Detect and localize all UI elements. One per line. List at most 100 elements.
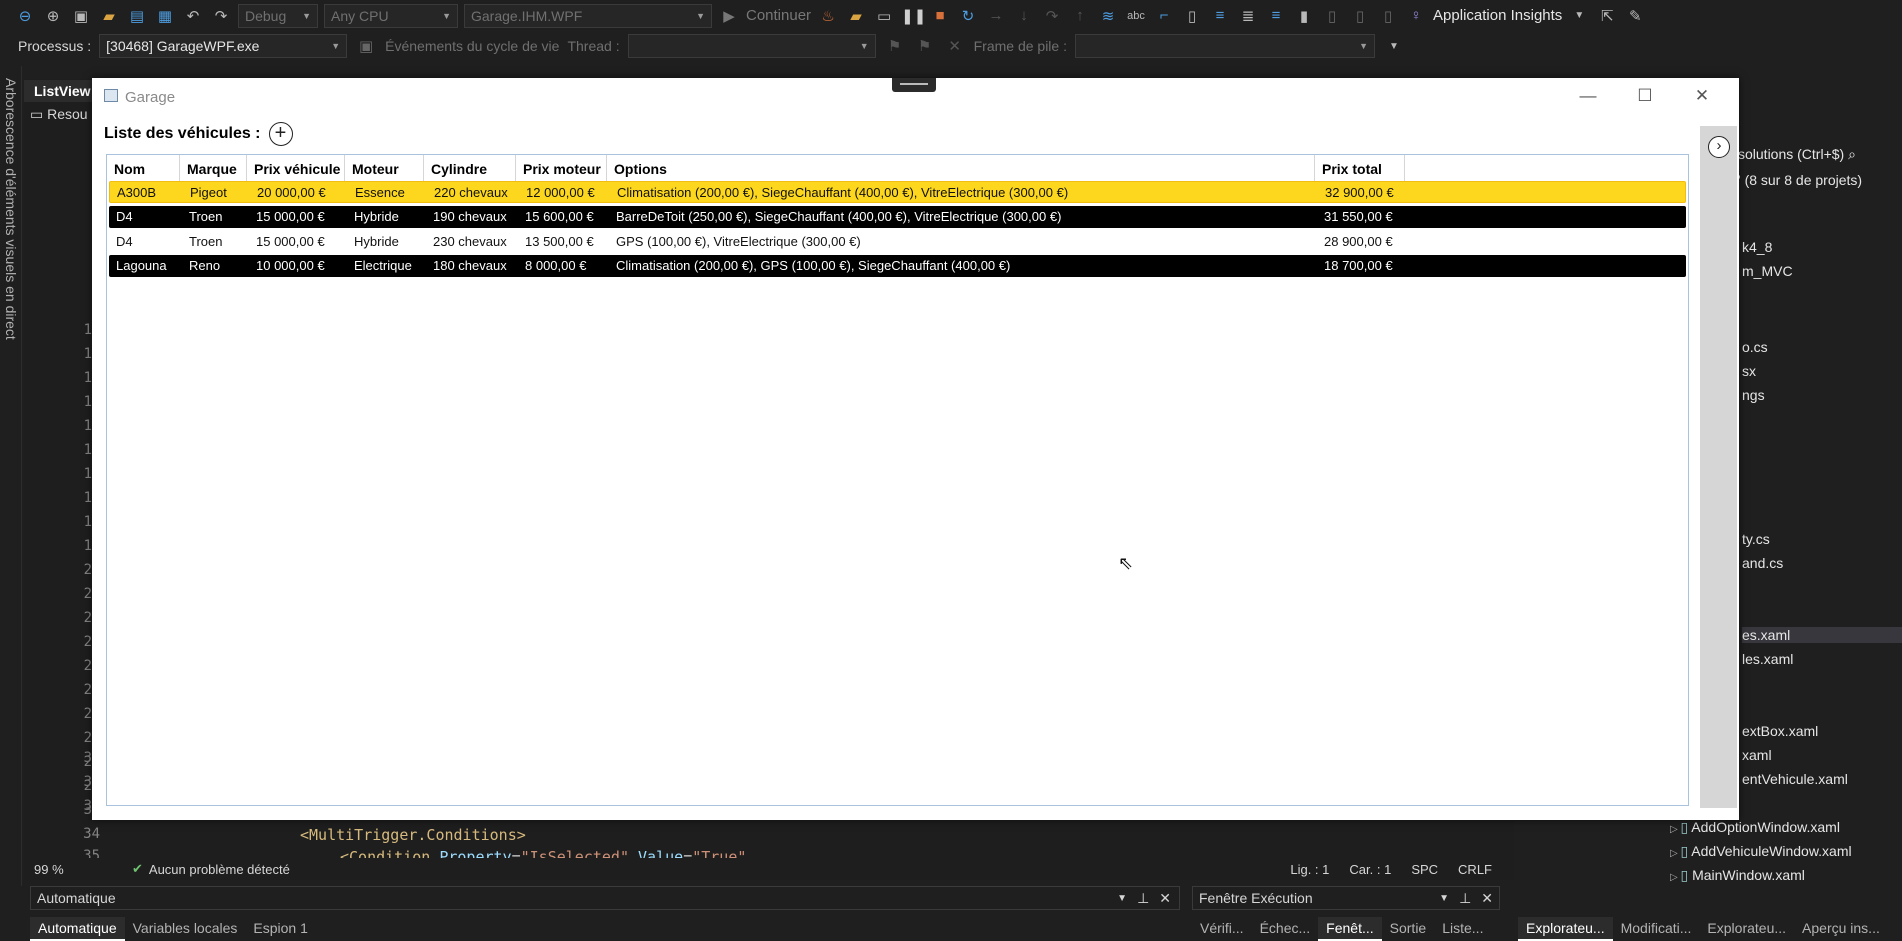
spellcheck-icon[interactable]: abc: [1125, 10, 1147, 22]
solution-tree-item[interactable]: extBox.xaml: [1742, 723, 1818, 739]
bookmark-clear-icon[interactable]: ▯: [1377, 7, 1399, 25]
panel-tab[interactable]: Échec...: [1252, 917, 1319, 941]
expand-arrow-icon[interactable]: ▷: [1670, 848, 1680, 859]
solution-tree-item[interactable]: entVehicule.xaml: [1742, 771, 1848, 787]
chevron-down-icon[interactable]: ▼: [1117, 893, 1127, 904]
document-tab[interactable]: ListView: [24, 80, 94, 102]
maximize-button[interactable]: ☐: [1622, 84, 1668, 108]
expand-arrow-icon[interactable]: ▷: [1670, 872, 1680, 883]
solution-tree-item[interactable]: ▷ ▯ AddOptionWindow.xaml: [1670, 819, 1840, 836]
solution-tree-item[interactable]: ▷ ▯ MainWindow.xaml: [1670, 867, 1805, 884]
resources-tab[interactable]: ▭ Resou: [30, 106, 88, 123]
bookmark-prev-icon[interactable]: ▯: [1321, 7, 1343, 25]
live-visual-tree-tab[interactable]: Arborescence d'éléments visuels en direc…: [0, 66, 22, 886]
track-icon[interactable]: ▯: [1181, 7, 1203, 25]
panel-tab[interactable]: Vérifi...: [1192, 917, 1252, 941]
solution-tree-item[interactable]: es.xaml: [1742, 627, 1902, 643]
pin-icon[interactable]: ⊥: [1137, 890, 1149, 907]
column-header[interactable]: Moteur: [345, 155, 424, 181]
comment-icon[interactable]: ≡: [1265, 7, 1287, 24]
forward-icon[interactable]: ⊕: [42, 7, 64, 25]
pause-icon[interactable]: ❚❚: [901, 7, 926, 25]
close-button[interactable]: ✕: [1679, 84, 1725, 108]
vehicle-row[interactable]: Lagouna Reno 10 000,00 € Electrique 180 chev…: [109, 254, 1686, 277]
zoom-level[interactable]: 99 %: [34, 862, 98, 877]
step-out-icon[interactable]: ↑: [1069, 7, 1091, 24]
save-all-icon[interactable]: ▦: [154, 7, 176, 25]
panel-tab[interactable]: Fenêt...: [1318, 917, 1382, 941]
solution-tree-item[interactable]: ngs: [1742, 387, 1765, 403]
bookmark-icon[interactable]: ▮: [1293, 7, 1315, 25]
pin-icon[interactable]: ⊥: [1459, 890, 1471, 907]
close-icon[interactable]: ✕: [1159, 890, 1171, 907]
application-insights-button[interactable]: Application Insights: [1433, 7, 1562, 24]
step-over-icon[interactable]: ↷: [1041, 7, 1063, 25]
flag-all-icon[interactable]: ⚑: [914, 37, 936, 55]
back-icon[interactable]: ⊖: [14, 7, 36, 25]
flag-icon[interactable]: ⚑: [884, 37, 906, 55]
solution-tree-item[interactable]: m_MVC: [1742, 263, 1793, 279]
panel-tab[interactable]: Explorateu...: [1518, 917, 1613, 941]
platform-dropdown[interactable]: Any CPU ▼: [324, 3, 458, 28]
new-item-icon[interactable]: ▣: [70, 7, 92, 25]
chevron-down-icon[interactable]: ▼: [1439, 893, 1449, 904]
filter-icon[interactable]: ✕: [944, 37, 966, 55]
diagnostics-icon[interactable]: ≋: [1097, 7, 1119, 25]
problems-status[interactable]: Aucun problème détecté: [149, 862, 290, 877]
share-icon[interactable]: ⇱: [1596, 7, 1618, 25]
column-header[interactable]: Prix moteur: [516, 155, 607, 181]
spacing-indicator[interactable]: SPC: [1411, 862, 1438, 877]
panel-tab[interactable]: Sortie: [1382, 917, 1435, 941]
panel-tab[interactable]: Liste...: [1434, 917, 1491, 941]
solution-tree-item[interactable]: sx: [1742, 363, 1756, 379]
redo-icon[interactable]: ↷: [210, 7, 232, 25]
vehicle-row[interactable]: D4 Troen 15 000,00 € Hybride 190 chevaux 15 6…: [109, 205, 1686, 228]
undo-icon[interactable]: ↶: [182, 7, 204, 25]
column-header[interactable]: Options: [607, 155, 1315, 181]
panel-tab[interactable]: Aperçu ins...: [1794, 917, 1888, 941]
hot-reload-icon[interactable]: ♨: [817, 7, 839, 25]
vehicle-row[interactable]: D4 Troen 15 000,00 € Hybride 230 chevaux 13 5…: [109, 230, 1686, 252]
solution-tree-item[interactable]: ▷ ▯ AddVehiculeWindow.xaml: [1670, 843, 1852, 860]
thread-dropdown[interactable]: ▼: [627, 34, 876, 58]
solution-tree-item[interactable]: and.cs: [1742, 555, 1783, 571]
solution-tree-item[interactable]: les.xaml: [1742, 651, 1793, 667]
panel-tab[interactable]: Explorateu...: [1699, 917, 1794, 941]
expand-arrow-icon[interactable]: ▷: [1670, 824, 1680, 835]
select-element-icon[interactable]: ⌐: [1153, 7, 1175, 24]
add-vehicle-button[interactable]: +: [268, 122, 293, 146]
solution-tree-item[interactable]: o.cs: [1742, 339, 1768, 355]
window-titlebar[interactable]: Garage — ☐ ✕: [92, 78, 1739, 116]
column-header[interactable]: Prix véhicule: [247, 155, 345, 181]
vehicle-list[interactable]: Nom Marque Prix véhicule Moteur Cylindre Prix…: [106, 154, 1689, 806]
play-icon[interactable]: ▶: [718, 7, 740, 25]
solution-tree-item[interactable]: ty.cs: [1742, 531, 1770, 547]
step-into-icon[interactable]: ↓: [1013, 7, 1035, 24]
toolbar-overflow-icon[interactable]: ▼: [1383, 41, 1405, 52]
open-folder-icon[interactable]: ▰: [98, 7, 120, 25]
solution-tree-item[interactable]: xaml: [1742, 747, 1772, 763]
column-header[interactable]: Cylindre: [424, 155, 516, 181]
continue-button[interactable]: Continuer: [746, 7, 811, 24]
panel-tab[interactable]: Variables locales: [125, 917, 246, 941]
panel-tab[interactable]: Modificati...: [1613, 917, 1700, 941]
vehicle-row[interactable]: A300B Pigeot 20 000,00 € Essence 220 chevaux…: [109, 181, 1686, 203]
stack-frame-dropdown[interactable]: ▼: [1074, 34, 1375, 58]
restart-icon[interactable]: ↻: [957, 7, 979, 25]
column-header[interactable]: Marque: [180, 155, 247, 181]
close-icon[interactable]: ✕: [1481, 890, 1493, 907]
solution-tree-item[interactable]: k4_8: [1742, 239, 1772, 255]
layout-icon[interactable]: ▭: [873, 7, 895, 25]
startup-project-dropdown[interactable]: Garage.IHM.WPF ▼: [464, 3, 712, 28]
browse-icon[interactable]: ▰: [845, 7, 867, 25]
next-arrow-button[interactable]: ›: [1708, 136, 1730, 158]
minimize-button[interactable]: —: [1565, 84, 1611, 108]
panel-tab[interactable]: Automatique: [30, 917, 125, 941]
step-icon[interactable]: →: [985, 7, 1007, 24]
config-dropdown[interactable]: Debug ▼: [238, 3, 318, 28]
process-dropdown[interactable]: [30468] GarageWPF.exe ▼: [99, 34, 348, 58]
stop-icon[interactable]: ■: [929, 7, 951, 24]
bookmark-next-icon[interactable]: ▯: [1349, 7, 1371, 25]
feedback-icon[interactable]: ✎: [1624, 7, 1646, 25]
column-header[interactable]: Nom: [107, 155, 180, 181]
